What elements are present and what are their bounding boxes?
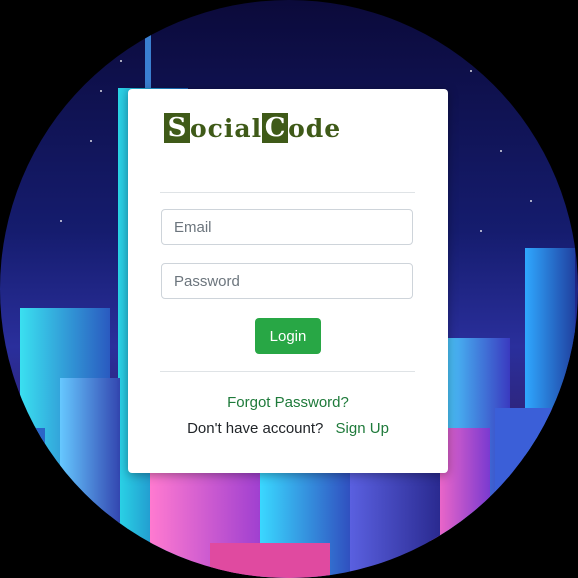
login-card: S ocial C ode Login Forgot Password? Don… [128,89,448,473]
login-button[interactable]: Login [255,318,321,354]
no-account-text: Don't have account? [187,420,324,437]
divider-bottom [160,371,415,372]
email-field[interactable] [161,209,413,245]
password-field[interactable] [161,263,413,299]
building-foreground [210,543,330,578]
star [90,140,92,142]
antenna [145,35,151,95]
star [500,150,502,152]
logo-initial-s: S [164,113,190,143]
logo-text-ocial: ocial [190,113,263,143]
social-code-logo: S ocial C ode [164,111,341,145]
logo-text-ode: ode [288,113,342,143]
signup-row: Don't have account? Sign Up [128,420,448,437]
star [100,90,102,92]
star [470,70,472,72]
forgot-password-link[interactable]: Forgot Password? [227,394,349,411]
logo-initial-c: C [262,113,289,143]
star [120,60,122,62]
forgot-password-row: Forgot Password? [128,394,448,412]
building-left-2 [60,378,120,578]
building-right-3 [495,408,555,578]
star [530,200,532,202]
sign-up-link[interactable]: Sign Up [336,420,389,437]
divider-top [160,192,415,193]
star [480,230,482,232]
building-bottom-violet [350,463,440,578]
star [60,220,62,222]
building-left-3 [5,428,45,578]
